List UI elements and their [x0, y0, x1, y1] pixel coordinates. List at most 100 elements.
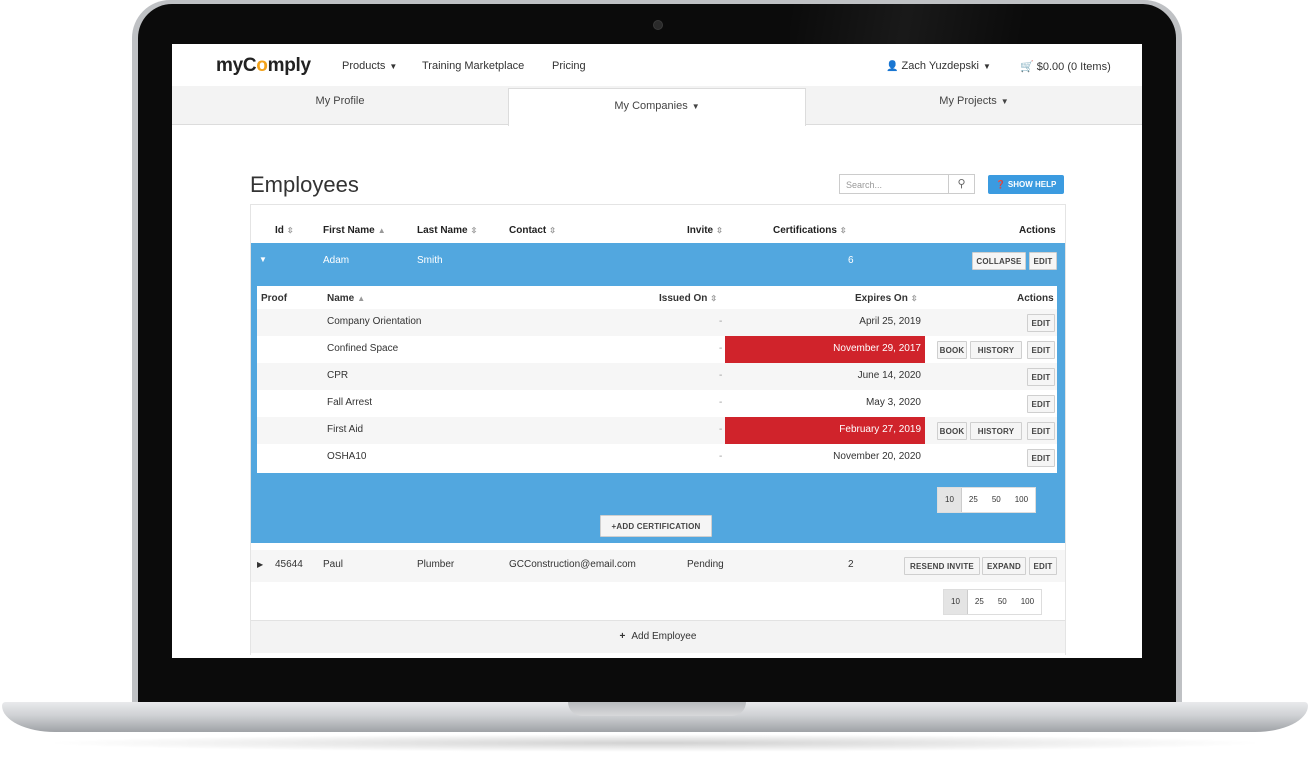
nav-pricing[interactable]: Pricing — [552, 60, 586, 72]
logo[interactable]: myComply — [216, 55, 311, 77]
sort-icon: ⇳ — [716, 226, 723, 235]
edit-cert-button[interactable]: EDIT — [1027, 314, 1055, 332]
employee-cert-count: 6 — [848, 255, 854, 266]
cert-row: Fall Arrest - May 3, 2020 EDIT — [257, 390, 1057, 417]
nav-training-marketplace[interactable]: Training Marketplace — [422, 60, 524, 72]
sort-icon: ⇳ — [286, 226, 294, 235]
cert-name: Confined Space — [327, 343, 399, 354]
laptop-shadow — [40, 734, 1270, 752]
cert-expires: November 20, 2020 — [833, 451, 921, 462]
sort-icon: ⇳ — [910, 294, 918, 303]
col-cert-name[interactable]: Name ▲ — [327, 293, 365, 304]
cert-name: Company Orientation — [327, 316, 422, 327]
col-invite[interactable]: Invite ⇳ — [687, 225, 723, 236]
edit-cert-button[interactable]: EDIT — [1027, 368, 1055, 386]
book-button[interactable]: BOOK — [937, 341, 967, 359]
cert-name: OSHA10 — [327, 451, 367, 462]
employee-first-name: Adam — [323, 255, 350, 266]
edit-employee-button[interactable]: EDIT — [1029, 252, 1057, 270]
tab-my-profile[interactable]: My Profile — [172, 86, 508, 124]
employee-contact: GCConstruction@email.com — [509, 559, 636, 570]
cert-issued: - — [719, 343, 723, 354]
cert-page-size-selector: 10 25 50 100 — [937, 487, 1037, 513]
employee-page-size-selector: 10 25 50 100 — [943, 589, 1043, 615]
cert-issued: - — [719, 451, 723, 462]
tab-bar: My Profile My Companies ▼ My Projects ▼ — [172, 86, 1142, 126]
cart[interactable]: 🛒 $0.00 (0 Items) — [1020, 60, 1111, 73]
edit-cert-button[interactable]: EDIT — [1027, 395, 1055, 413]
add-certification-button[interactable]: +ADD CERTIFICATION — [600, 515, 712, 537]
col-contact[interactable]: Contact ⇳ — [509, 225, 556, 236]
page-size-option[interactable]: 10 — [944, 590, 968, 614]
plus-icon: + — [619, 631, 626, 642]
page-size-option[interactable]: 25 — [962, 488, 985, 512]
cert-row: First Aid - February 27, 2019 BOOK HISTO… — [257, 417, 1057, 444]
cart-icon: 🛒 — [1020, 61, 1034, 73]
cert-issued: - — [719, 316, 723, 327]
page-size-option[interactable]: 100 — [1008, 488, 1035, 512]
edit-employee-button[interactable]: EDIT — [1029, 557, 1057, 575]
col-first-name[interactable]: First Name ▲ — [323, 225, 386, 236]
page-size-option[interactable]: 10 — [938, 488, 962, 512]
resend-invite-button[interactable]: RESEND INVITE — [904, 557, 980, 575]
tab-my-companies[interactable]: My Companies ▼ — [508, 88, 806, 126]
employee-invite: Pending — [687, 559, 724, 570]
sort-icon: ⇳ — [710, 294, 718, 303]
question-icon: ❓ — [995, 180, 1006, 189]
expand-caret-icon[interactable]: ▶ — [257, 560, 263, 569]
caret-down-icon: ▼ — [691, 102, 700, 111]
employee-cert-count: 2 — [848, 559, 854, 570]
employee-last-name: Plumber — [417, 559, 455, 570]
history-button[interactable]: HISTORY — [970, 422, 1022, 440]
tab-my-projects[interactable]: My Projects ▼ — [806, 86, 1142, 124]
cert-issued: - — [719, 397, 723, 408]
employee-id: 45644 — [275, 559, 303, 570]
caret-down-icon: ▼ — [1000, 97, 1009, 106]
cert-row: Confined Space - November 29, 2017 BOOK … — [257, 336, 1057, 363]
history-button[interactable]: HISTORY — [970, 341, 1022, 359]
user-icon: 👤 — [886, 61, 899, 72]
page-size-option[interactable]: 100 — [1014, 590, 1041, 614]
col-actions: Actions — [1019, 225, 1056, 236]
edit-cert-button[interactable]: EDIT — [1027, 341, 1055, 359]
book-button[interactable]: BOOK — [937, 422, 967, 440]
col-id[interactable]: Id ⇳ — [275, 225, 294, 236]
expand-button[interactable]: EXPAND — [982, 557, 1026, 575]
cert-row: Company Orientation - April 25, 2019 EDI… — [257, 309, 1057, 336]
sort-icon: ⇳ — [549, 226, 556, 235]
cert-issued: - — [719, 370, 723, 381]
camera-icon — [653, 20, 663, 30]
col-issued-on[interactable]: Issued On ⇳ — [659, 293, 717, 304]
collapse-button[interactable]: COLLAPSE — [972, 252, 1026, 270]
certifications-table: Proof Name ▲ Issued On ⇳ Expires On ⇳ Actio… — [257, 286, 1057, 473]
cert-expires: February 27, 2019 — [839, 424, 921, 435]
sort-asc-icon: ▲ — [377, 226, 386, 235]
app-screen: myComply Products ▼ Training Marketplace … — [172, 44, 1142, 658]
collapse-caret-icon[interactable]: ▼ — [259, 255, 267, 264]
cert-name: Fall Arrest — [327, 397, 373, 408]
expanded-employee-row: ▼ Adam Smith 6 COLLAPSE EDIT Proof Name ▲… — [251, 243, 1065, 543]
show-help-button[interactable]: ❓ SHOW HELP — [988, 175, 1064, 194]
edit-cert-button[interactable]: EDIT — [1027, 422, 1055, 440]
cert-name: First Aid — [327, 424, 364, 435]
laptop-notch — [568, 702, 746, 716]
edit-cert-button[interactable]: EDIT — [1027, 449, 1055, 467]
col-certifications[interactable]: Certifications ⇳ — [773, 225, 847, 236]
employees-table: Id ⇳ First Name ▲ Last Name ⇳ Contact ⇳ Invi… — [250, 204, 1066, 655]
page-size-option[interactable]: 50 — [991, 590, 1014, 614]
table-row: ▶ 45644 Paul Plumber GCConstruction@emai… — [251, 550, 1065, 582]
col-last-name[interactable]: Last Name ⇳ — [417, 225, 477, 236]
cert-name: CPR — [327, 370, 349, 381]
page-size-option[interactable]: 50 — [985, 488, 1008, 512]
col-expires-on[interactable]: Expires On ⇳ — [855, 293, 918, 304]
nav-products[interactable]: Products ▼ — [342, 60, 397, 72]
page-title: Employees — [250, 172, 359, 197]
add-employee-button[interactable]: + Add Employee — [251, 620, 1065, 653]
caret-down-icon: ▼ — [389, 62, 398, 71]
cert-row: CPR - June 14, 2020 EDIT — [257, 363, 1057, 390]
search-button[interactable]: ⚲ — [949, 174, 975, 194]
search-input[interactable]: Search... — [839, 174, 949, 194]
col-proof: Proof — [261, 293, 288, 304]
page-size-option[interactable]: 25 — [968, 590, 991, 614]
user-menu[interactable]: 👤 Zach Yuzdepski ▼ — [886, 60, 991, 72]
